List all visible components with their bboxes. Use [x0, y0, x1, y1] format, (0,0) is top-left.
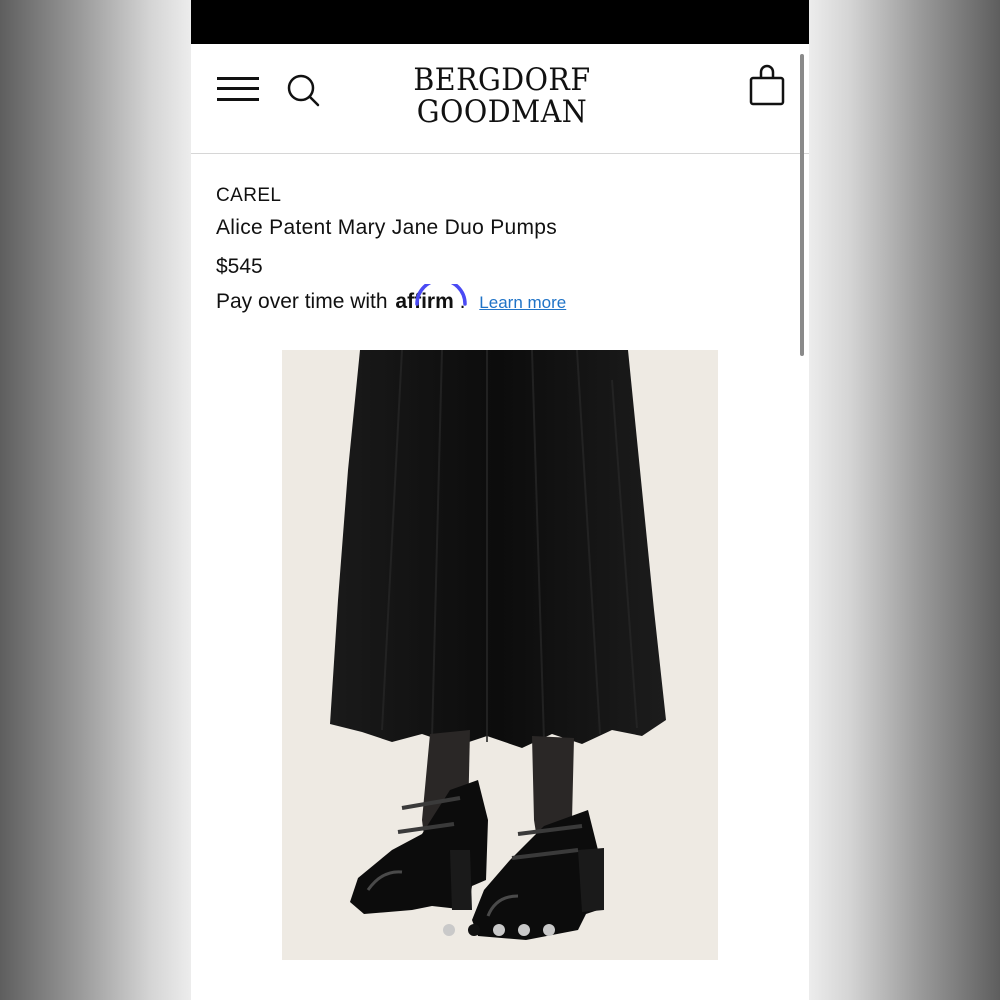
logo-line-2: GOODMAN [416, 94, 588, 130]
shopping-bag-icon[interactable] [747, 62, 787, 106]
product-brand[interactable]: CAREL [216, 185, 281, 207]
affirm-logo: affirm [395, 284, 468, 313]
financing-text: Pay over time with [216, 290, 388, 313]
menu-icon[interactable] [217, 74, 259, 104]
product-name: Alice Patent Mary Jane Duo Pumps [216, 216, 558, 239]
brand-logo[interactable]: BERGDORF GOODMAN [397, 64, 607, 128]
search-icon[interactable] [285, 72, 325, 112]
scrollbar[interactable] [800, 54, 804, 356]
status-bar [191, 0, 809, 44]
affirm-arc-icon [415, 284, 468, 306]
product-photo [330, 350, 666, 940]
carousel-dot[interactable] [493, 924, 505, 936]
phone-screen: BERGDORF GOODMAN CAREL Alice Patent Mary… [191, 0, 809, 1000]
carousel-dot[interactable] [518, 924, 530, 936]
carousel-dot[interactable] [443, 924, 455, 936]
carousel-dot[interactable] [543, 924, 555, 936]
product-image[interactable] [282, 350, 718, 960]
product-price: $545 [216, 255, 263, 278]
financing-row: Pay over time with affirm . Learn more [216, 284, 566, 314]
carousel-dot[interactable] [468, 924, 480, 936]
learn-more-link[interactable]: Learn more [479, 293, 566, 312]
carousel-indicators [443, 922, 563, 938]
logo-line-1: BERGDORF [413, 62, 591, 98]
site-header: BERGDORF GOODMAN [191, 44, 809, 154]
